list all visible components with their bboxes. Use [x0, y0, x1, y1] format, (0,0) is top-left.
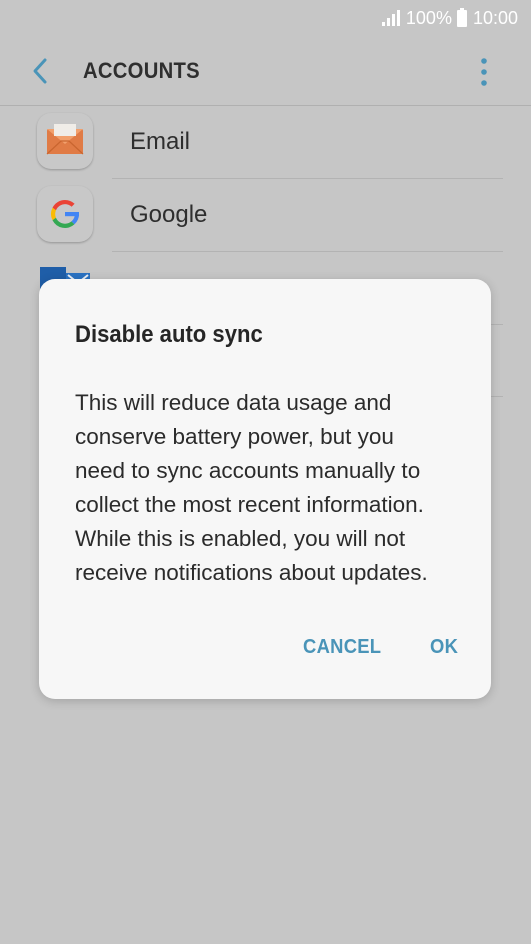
dialog-message: This will reduce data usage and conserve… — [75, 386, 467, 590]
row-divider — [112, 251, 503, 252]
dialog-message-line: This will reduce data usage and — [75, 390, 392, 415]
email-envelope-icon — [37, 113, 93, 169]
ok-button[interactable]: OK — [430, 636, 458, 659]
chevron-left-icon — [33, 58, 47, 84]
battery-icon — [456, 7, 467, 27]
clock: 10:00 — [472, 7, 518, 28]
account-label: Google — [130, 201, 208, 228]
dialog-message-line: While this is enabled, you will not — [75, 526, 406, 551]
dialog-message-line: receive notifications about updates. — [75, 560, 428, 585]
battery-percent: 100% — [405, 7, 452, 28]
back-button[interactable] — [26, 56, 56, 86]
account-row-google[interactable]: Google — [0, 179, 531, 252]
account-label: Email — [130, 128, 191, 155]
dialog-title: Disable auto sync — [75, 321, 263, 348]
more-vert-icon — [481, 58, 487, 86]
dialog-message-line: collect the most recent information. — [75, 492, 424, 517]
signal-icon — [381, 10, 400, 26]
page-title: ACCOUNTS — [83, 58, 200, 83]
more-options-button[interactable] — [470, 54, 498, 90]
app-bar: ACCOUNTS — [0, 36, 531, 106]
account-row-email[interactable]: Email — [0, 106, 531, 179]
status-bar: 100% 10:00 — [0, 0, 531, 36]
dialog-message-line: need to sync accounts manually to — [75, 458, 421, 483]
dialog-message-line: conserve battery power, but you — [75, 424, 394, 449]
google-g-icon — [37, 186, 93, 242]
disable-auto-sync-dialog: Disable auto sync This will reduce data … — [39, 279, 491, 699]
cancel-button[interactable]: CANCEL — [303, 636, 381, 659]
